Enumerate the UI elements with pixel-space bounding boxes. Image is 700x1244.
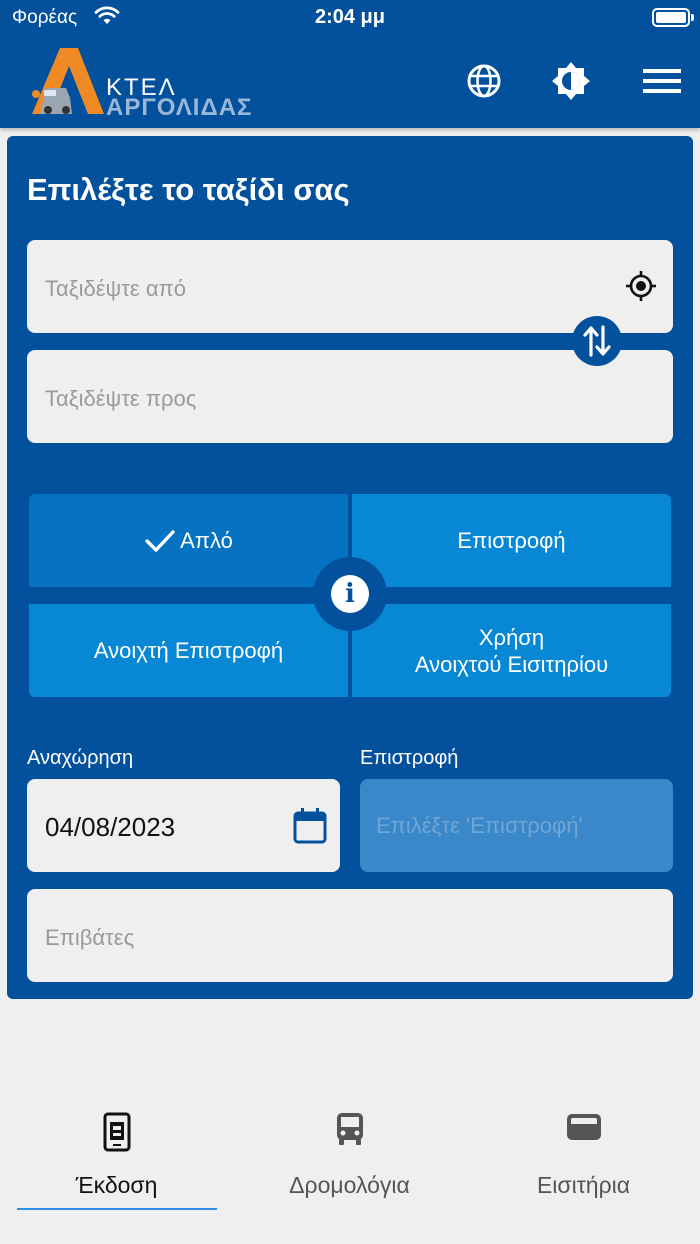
- departure-calendar-button[interactable]: [292, 807, 328, 850]
- tab-issue-label: Έκδοση: [75, 1172, 158, 1198]
- tab-routes[interactable]: Δρομολόγια: [233, 1072, 466, 1212]
- to-placeholder: Ταξιδέψτε προς: [45, 386, 197, 411]
- return-date-field[interactable]: Επιλέξτε 'Επιστροφή': [360, 779, 673, 872]
- to-field[interactable]: Ταξιδέψτε προς: [27, 350, 673, 443]
- checkmark-icon: [145, 529, 175, 552]
- menu-button[interactable]: [642, 61, 682, 101]
- trip-type-one-way[interactable]: Απλό: [29, 494, 348, 587]
- info-icon: i: [331, 575, 369, 613]
- trip-type-info-button[interactable]: i: [313, 557, 387, 631]
- status-bar: Φορέας 2:04 μμ: [0, 0, 700, 38]
- current-location-button[interactable]: [625, 270, 657, 307]
- brightness-icon: [552, 62, 590, 100]
- logo-text-argolidas: ΑΡΓΟΛΙΔΑΣ: [106, 94, 253, 121]
- trip-search-title: Επιλέξτε το ταξίδι σας: [27, 172, 350, 207]
- clock: 2:04 μμ: [314, 6, 386, 28]
- phone-ticket-icon: [103, 1112, 130, 1152]
- swap-locations-button[interactable]: [572, 316, 622, 366]
- trip-search-card: Επιλέξτε το ταξίδι σας Ταξιδέψτε από Ταξ…: [7, 136, 693, 999]
- trip-type-use-open-ticket[interactable]: Χρήση Ανοιχτού Εισιτηρίου: [352, 604, 671, 697]
- passengers-field[interactable]: Επιβάτες: [27, 889, 673, 982]
- trip-type-one-way-label: Απλό: [180, 528, 233, 553]
- wallet-icon: [566, 1114, 601, 1140]
- tab-routes-label: Δρομολόγια: [289, 1172, 410, 1198]
- departure-date-field[interactable]: 04/08/2023: [27, 779, 340, 872]
- language-button[interactable]: [464, 61, 504, 101]
- battery-icon: [652, 8, 694, 27]
- ktel-logo: ΚΤΕΛ ΑΡΓΟΛΙΔΑΣ: [28, 44, 258, 121]
- from-placeholder: Ταξιδέψτε από: [45, 276, 186, 301]
- menu-icon: [643, 69, 681, 93]
- passengers-placeholder: Επιβάτες: [45, 925, 135, 950]
- trip-type-open-return[interactable]: Ανοιχτή Επιστροφή: [29, 604, 348, 697]
- tab-issue[interactable]: Έκδοση: [0, 1072, 233, 1212]
- calendar-icon: [293, 808, 327, 844]
- departure-label: Αναχώρηση: [27, 747, 134, 769]
- active-tab-indicator: [17, 1208, 217, 1210]
- globe-icon: [467, 64, 501, 98]
- app-header: Φορέας 2:04 μμ ΚΤΕΛ ΑΡΓΟΛΙΔΑΣ: [0, 0, 700, 128]
- crosshair-location-icon: [626, 271, 656, 301]
- swap-arrows-icon: [583, 325, 611, 357]
- trip-type-use-open-ticket-line1: Χρήση: [478, 624, 545, 650]
- return-date-placeholder: Επιλέξτε 'Επιστροφή': [376, 813, 583, 838]
- trip-type-open-return-label: Ανοιχτή Επιστροφή: [93, 638, 284, 663]
- trip-type-use-open-ticket-line2: Ανοιχτού Εισιτηρίου: [414, 651, 609, 677]
- tab-tickets[interactable]: Εισιτήρια: [467, 1072, 700, 1212]
- logo-mark-icon: [32, 48, 104, 114]
- theme-toggle-button[interactable]: [551, 61, 591, 101]
- departure-date-value: 04/08/2023: [45, 812, 176, 842]
- trip-type-return[interactable]: Επιστροφή: [352, 494, 671, 587]
- from-field[interactable]: Ταξιδέψτε από: [27, 240, 673, 333]
- bus-icon: [336, 1113, 363, 1145]
- bottom-tab-bar: Έκδοση Δρομολόγια Εισιτήρια: [0, 1072, 700, 1244]
- return-date-label: Επιστροφή: [360, 747, 459, 769]
- tab-tickets-label: Εισιτήρια: [536, 1172, 631, 1198]
- trip-type-return-label: Επιστροφή: [457, 528, 566, 553]
